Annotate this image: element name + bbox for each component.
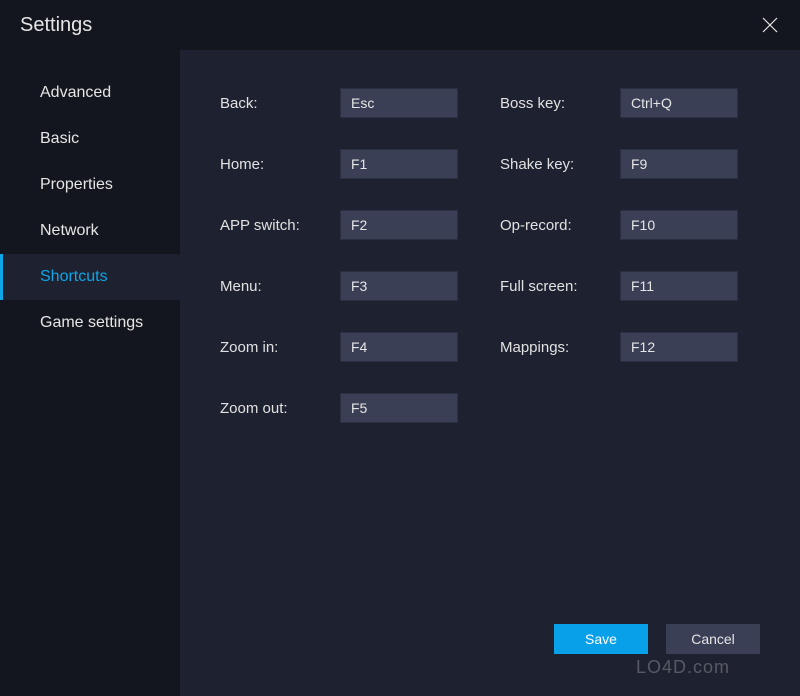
sidebar-item-label: Game settings [40, 314, 143, 331]
sidebar-item-properties[interactable]: Properties [0, 162, 180, 208]
shortcuts-grid: Back: Boss key: Home: Shake key: APP swi… [220, 88, 770, 423]
sidebar-item-network[interactable]: Network [0, 208, 180, 254]
input-menu[interactable] [340, 271, 458, 301]
input-zoom-out[interactable] [340, 393, 458, 423]
window-body: Advanced Basic Properties Network Shortc… [0, 50, 800, 696]
input-zoom-in[interactable] [340, 332, 458, 362]
sidebar-item-basic[interactable]: Basic [0, 116, 180, 162]
input-back[interactable] [340, 88, 458, 118]
sidebar-item-label: Basic [40, 130, 79, 147]
label-menu: Menu: [220, 278, 340, 295]
titlebar: Settings [0, 0, 800, 50]
sidebar-item-label: Advanced [40, 84, 111, 101]
input-boss-key[interactable] [620, 88, 738, 118]
sidebar: Advanced Basic Properties Network Shortc… [0, 50, 180, 696]
sidebar-item-label: Shortcuts [40, 268, 108, 285]
input-home[interactable] [340, 149, 458, 179]
label-zoom-in: Zoom in: [220, 339, 340, 356]
settings-window: Settings Advanced Basic Properties Netwo… [0, 0, 800, 696]
sidebar-item-label: Network [40, 222, 99, 239]
main-panel: Back: Boss key: Home: Shake key: APP swi… [180, 50, 800, 696]
label-back: Back: [220, 95, 340, 112]
sidebar-item-game-settings[interactable]: Game settings [0, 300, 180, 346]
label-op-record: Op-record: [500, 217, 620, 234]
window-title: Settings [20, 14, 92, 37]
label-full-screen: Full screen: [500, 278, 620, 295]
close-icon[interactable] [756, 11, 784, 39]
input-full-screen[interactable] [620, 271, 738, 301]
save-button[interactable]: Save [554, 624, 648, 654]
sidebar-item-shortcuts[interactable]: Shortcuts [0, 254, 180, 300]
sidebar-item-advanced[interactable]: Advanced [0, 70, 180, 116]
label-boss-key: Boss key: [500, 95, 620, 112]
label-mappings: Mappings: [500, 339, 620, 356]
label-home: Home: [220, 156, 340, 173]
sidebar-item-label: Properties [40, 176, 113, 193]
input-op-record[interactable] [620, 210, 738, 240]
label-app-switch: APP switch: [220, 217, 340, 234]
label-zoom-out: Zoom out: [220, 400, 340, 417]
input-mappings[interactable] [620, 332, 738, 362]
footer: Save Cancel [220, 624, 770, 676]
cancel-button[interactable]: Cancel [666, 624, 760, 654]
input-shake-key[interactable] [620, 149, 738, 179]
label-shake-key: Shake key: [500, 156, 620, 173]
input-app-switch[interactable] [340, 210, 458, 240]
